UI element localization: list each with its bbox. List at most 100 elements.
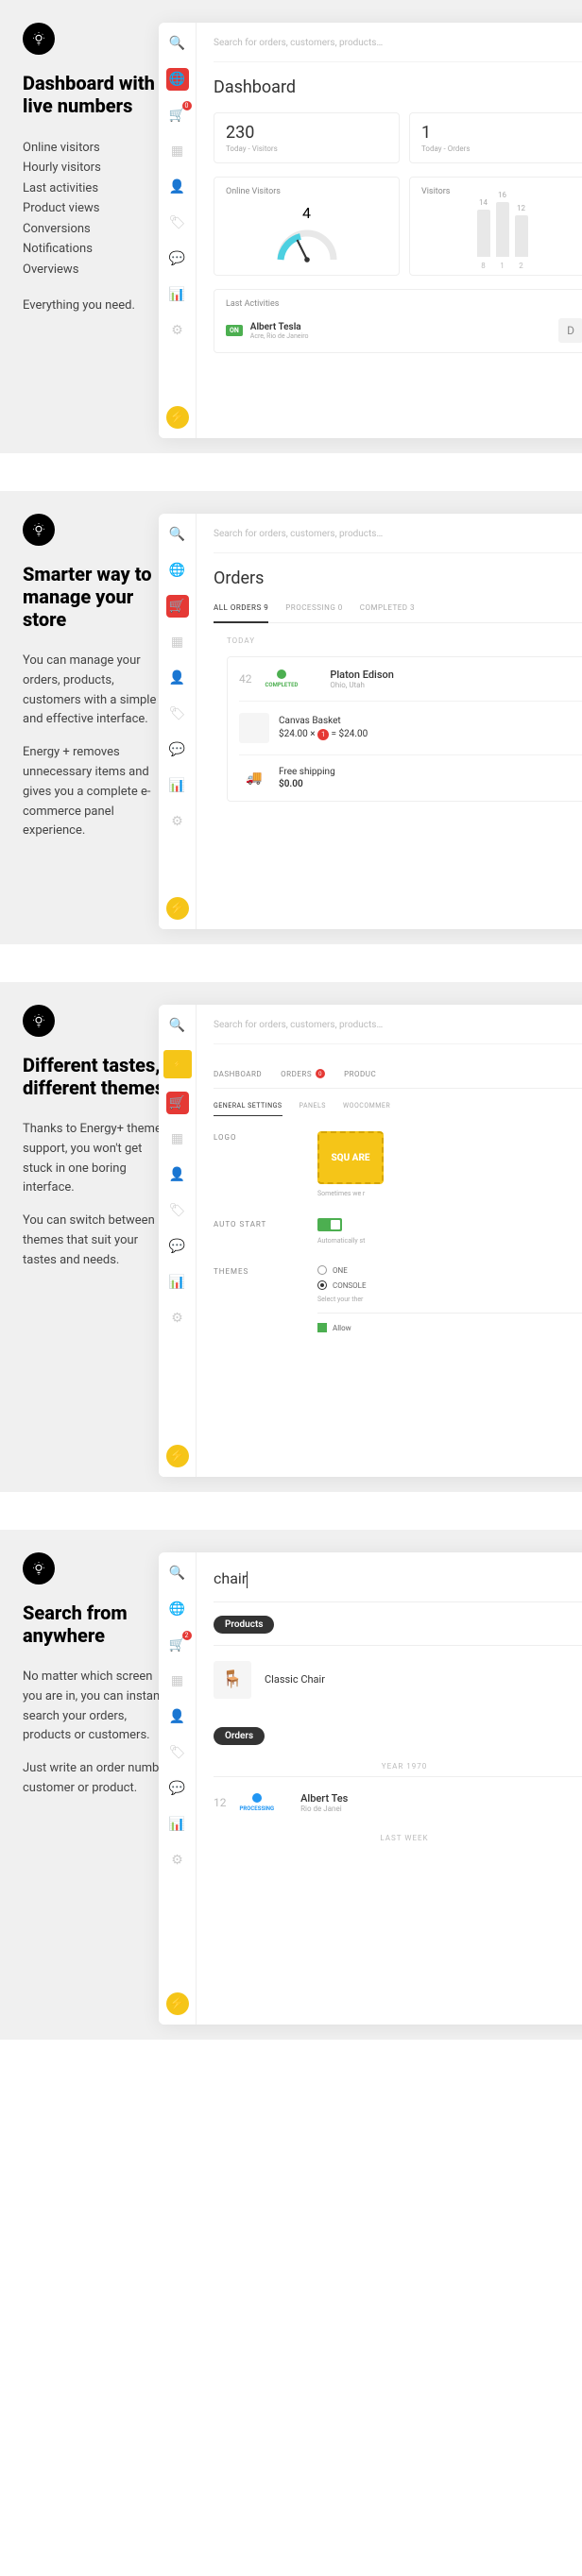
gear-icon[interactable]: ⚙ (166, 1849, 189, 1872)
tagline: Everything you need. (23, 297, 174, 316)
paragraph: No matter which screen you are in, you c… (23, 1668, 174, 1746)
brand-icon[interactable]: ⚡ (166, 406, 189, 429)
sub-tab[interactable]: GENERAL SETTINGS (214, 1102, 282, 1116)
heading: Dashboard with live numbers (23, 72, 174, 117)
orders-app: 🔍 🌐 🛒 ▦ 👤 🏷 💬 📊 ⚙ ⚡ Search for orders, c… (159, 514, 582, 929)
paragraph: Thanks to Energy+ theme support, you won… (23, 1120, 174, 1198)
chart-icon[interactable]: 📊 (166, 283, 189, 306)
top-nav: DASHBOARD ORDERS0 PRODUC (214, 1059, 582, 1089)
search-placeholder[interactable]: Search for orders, customers, products… (214, 34, 582, 62)
order-tabs: ALL ORDERS 9 PROCESSING 0 COMPLETED 3 (214, 603, 582, 623)
customer-name: Albert Tes (300, 1792, 348, 1805)
cart-icon[interactable]: 🛒 (166, 1092, 189, 1114)
user-icon[interactable]: 👤 (166, 176, 189, 198)
logo-upload[interactable]: SQU ARE (317, 1131, 384, 1184)
product-result[interactable]: 🪑 Classic Chair (214, 1645, 582, 1714)
globe-icon[interactable]: 🌐 (166, 559, 189, 582)
customer-location: Ohio, Utah (330, 681, 394, 689)
tag-icon[interactable]: 🏷 (166, 703, 189, 725)
stat-orders: 1 Today - Orders (409, 112, 582, 163)
checkbox-option[interactable]: Allow (317, 1323, 582, 1332)
chart-icon[interactable]: 📊 (166, 1271, 189, 1294)
search-icon[interactable]: 🔍 (166, 32, 189, 55)
settings-tabs: GENERAL SETTINGS PANELS WOOCOMMER (214, 1102, 582, 1116)
comment-icon[interactable]: 💬 (166, 738, 189, 761)
tab[interactable]: PROCESSING 0 (285, 603, 343, 613)
tab[interactable]: ALL ORDERS 9 (214, 603, 268, 623)
comment-icon[interactable]: 💬 (166, 247, 189, 270)
paragraph: Just write an order number, customer or … (23, 1759, 174, 1799)
cart-icon[interactable]: 🛒 (166, 595, 189, 618)
nav-item[interactable]: ORDERS0 (281, 1069, 325, 1078)
comment-icon[interactable]: 💬 (166, 1235, 189, 1258)
section-themes: Different tastes, different themes Thank… (0, 982, 582, 1492)
chart-icon[interactable]: 📊 (166, 1813, 189, 1836)
result-name: Classic Chair (265, 1673, 325, 1686)
product-image (239, 713, 269, 743)
page-title: Dashboard (214, 77, 582, 97)
grid-icon[interactable]: ▦ (166, 1127, 189, 1150)
setting-label: THEMES (214, 1265, 289, 1276)
gauge-icon (274, 228, 340, 265)
globe-icon[interactable]: 🌐 (166, 1598, 189, 1620)
status-dot-icon (252, 1793, 262, 1803)
nav-item[interactable]: PRODUC (344, 1069, 376, 1078)
setting-label: AUTO START (214, 1218, 289, 1229)
search-icon[interactable]: 🔍 (166, 1014, 189, 1037)
user-icon[interactable]: 👤 (166, 1705, 189, 1728)
comment-icon[interactable]: 💬 (166, 1777, 189, 1800)
order-result[interactable]: 12 PROCESSING Albert Tes Rio de Janei (214, 1776, 582, 1828)
panel-title: Last Activities (226, 299, 582, 309)
stat-number: 230 (226, 123, 387, 143)
grid-icon[interactable]: ▦ (166, 140, 189, 162)
brand-icon[interactable]: ⚡ (166, 1992, 189, 2015)
setting-autostart: AUTO START Automatically st (214, 1218, 582, 1245)
gear-icon[interactable]: ⚙ (166, 1307, 189, 1330)
hint-text: Automatically st (317, 1237, 582, 1245)
activity-row[interactable]: ON Albert Tesla Acre, Rio de Janeiro D (226, 318, 582, 343)
settings-app: 🔍 ⚡ 🛒 ▦ 👤 🏷 💬 📊 ⚙ ⚡ Search for orders, c… (159, 1005, 582, 1477)
tab[interactable]: COMPLETED 3 (360, 603, 415, 613)
brand-icon[interactable]: ⚡ (166, 1445, 189, 1467)
tag-icon[interactable]: 🏷 (166, 212, 189, 234)
globe-icon[interactable]: 🌐 (166, 68, 189, 91)
week-label: LAST WEEK (214, 1834, 582, 1842)
search-placeholder[interactable]: Search for orders, customers, products… (214, 525, 582, 553)
sub-tab[interactable]: PANELS (300, 1102, 326, 1116)
year-label: YEAR 1970 (214, 1762, 582, 1771)
tag-icon[interactable]: 🏷 (166, 1741, 189, 1764)
order-number: 42 (239, 672, 252, 686)
nav-item[interactable]: DASHBOARD (214, 1069, 262, 1078)
shipping-price: $0.00 (279, 779, 335, 789)
qty-badge: 1 (317, 729, 329, 740)
chart-icon[interactable]: 📊 (166, 774, 189, 797)
order-card[interactable]: 42 COMPLETED Platon Edison Ohio, Utah Ca… (227, 656, 582, 802)
user-icon[interactable]: 👤 (166, 667, 189, 689)
status-badge: ON (226, 325, 243, 336)
grid-icon[interactable]: ▦ (166, 631, 189, 653)
sub-tab[interactable]: WOOCOMMER (343, 1102, 390, 1116)
radio-option[interactable]: CONSOLE (317, 1280, 582, 1290)
product-name: Canvas Basket (279, 716, 368, 726)
cart-icon[interactable]: 🛒 (166, 104, 189, 127)
search-input[interactable]: chair (214, 1564, 582, 1602)
search-placeholder[interactable]: Search for orders, customers, products… (214, 1016, 582, 1044)
grid-icon[interactable]: ▦ (166, 1669, 189, 1692)
gear-icon[interactable]: ⚙ (166, 319, 189, 342)
radio-option[interactable]: ONE (317, 1265, 582, 1275)
cart-icon[interactable]: 🛒 (166, 1634, 189, 1656)
chair-icon: 🪑 (214, 1661, 251, 1699)
tag-icon[interactable]: 🏷 (166, 1199, 189, 1222)
search-icon[interactable]: 🔍 (166, 1562, 189, 1585)
user-icon[interactable]: 👤 (166, 1163, 189, 1186)
heading: Search from anywhere (23, 1602, 174, 1647)
page-title: Orders (214, 568, 582, 588)
bar: 122 (515, 215, 528, 257)
radio-icon (317, 1265, 327, 1275)
search-icon[interactable]: 🔍 (166, 523, 189, 546)
toggle-switch[interactable] (317, 1218, 342, 1231)
section-search: Search from anywhere No matter which scr… (0, 1530, 582, 2040)
brand-icon[interactable]: ⚡ (166, 897, 189, 920)
gear-icon[interactable]: ⚙ (166, 810, 189, 833)
status-dot-icon (277, 669, 286, 679)
